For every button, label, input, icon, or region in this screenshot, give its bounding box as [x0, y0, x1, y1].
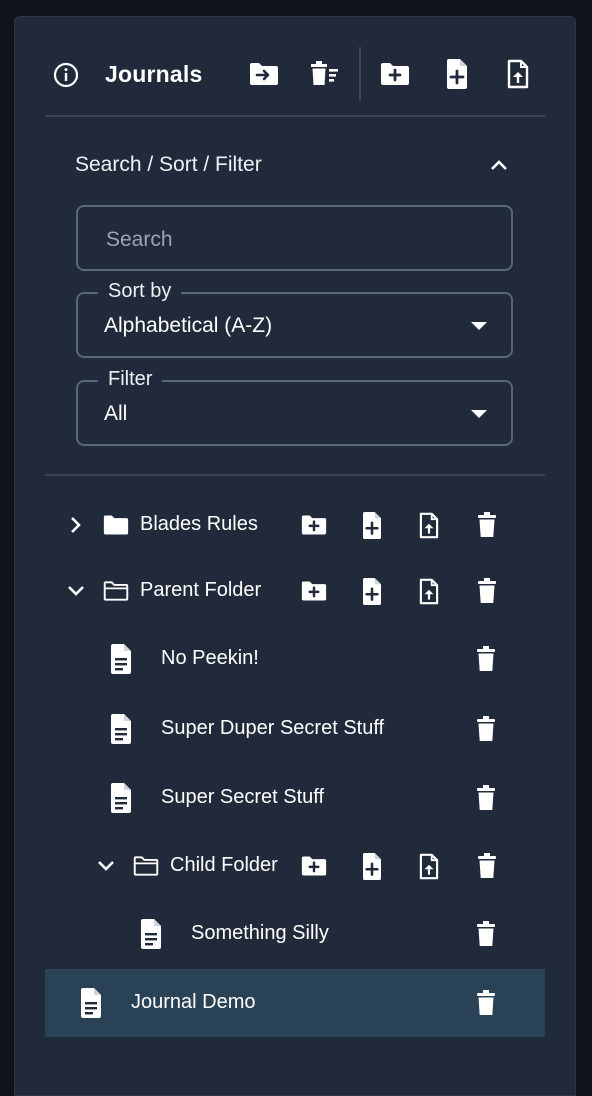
- trash-icon[interactable]: [473, 921, 499, 947]
- sort-value: Alphabetical (A-Z): [104, 314, 273, 337]
- tree-item-label: Parent Folder: [140, 579, 262, 601]
- tree-file-row[interactable]: No Peekin!: [45, 625, 545, 693]
- folder-open-icon: [133, 853, 159, 879]
- sort-select[interactable]: Sort by Alphabetical (A-Z): [76, 278, 513, 358]
- search-field: [76, 205, 513, 271]
- tree-folder-row[interactable]: Blades Rules: [45, 491, 545, 559]
- tree-file-row[interactable]: Journal Demo: [45, 969, 545, 1037]
- upload-file-icon[interactable]: [416, 853, 442, 879]
- add-file-icon[interactable]: [359, 577, 385, 605]
- trash-icon[interactable]: [473, 716, 499, 742]
- add-folder-icon[interactable]: [301, 853, 327, 879]
- tree-item-label: Super Duper Secret Stuff: [161, 717, 385, 739]
- panel-header: Journals: [15, 17, 575, 117]
- filter-value: All: [104, 402, 128, 425]
- tree-item-label: No Peekin!: [161, 647, 259, 669]
- add-folder-button[interactable]: [380, 61, 410, 91]
- tree-item-label: Journal Demo: [131, 991, 256, 1013]
- add-file-button[interactable]: [442, 58, 472, 94]
- add-file-icon[interactable]: [359, 511, 385, 539]
- folder-move-icon: [249, 62, 279, 91]
- tree-item-label: Something Silly: [191, 922, 329, 944]
- dropdown-arrow-icon: [471, 410, 487, 418]
- chevron-right-icon[interactable]: [63, 512, 89, 538]
- add-file-icon[interactable]: [359, 852, 385, 880]
- folder-icon: [103, 512, 129, 538]
- info-icon[interactable]: [53, 62, 79, 88]
- upload-file-button[interactable]: [503, 59, 533, 94]
- chevron-down-icon[interactable]: [93, 853, 119, 879]
- delete-sort-button[interactable]: [309, 60, 339, 92]
- tree-item-label: Blades Rules: [140, 513, 258, 535]
- trash-icon[interactable]: [474, 512, 500, 538]
- dropdown-arrow-icon: [471, 322, 487, 330]
- folder-open-icon: [103, 578, 129, 604]
- trash-icon[interactable]: [473, 646, 499, 672]
- trash-icon[interactable]: [474, 578, 500, 604]
- delete-sort-icon: [309, 60, 339, 92]
- collapse-button[interactable]: [485, 153, 513, 181]
- search-input[interactable]: [104, 225, 488, 255]
- tree-file-row[interactable]: Something Silly: [45, 900, 545, 968]
- sort-label: Sort by: [98, 278, 182, 304]
- trash-icon[interactable]: [473, 785, 499, 811]
- tree-folder-row[interactable]: Child Folder: [45, 832, 545, 900]
- add-file-icon: [445, 58, 469, 94]
- trash-icon[interactable]: [474, 853, 500, 879]
- upload-file-icon[interactable]: [416, 512, 442, 538]
- tree-file-row[interactable]: Super Secret Stuff: [45, 764, 545, 832]
- add-folder-icon: [380, 62, 410, 91]
- tree-folder-row[interactable]: Parent Folder: [45, 557, 545, 625]
- file-icon: [108, 644, 134, 674]
- trash-icon[interactable]: [473, 990, 499, 1016]
- tree-item-label: Child Folder: [170, 854, 278, 876]
- filter-select[interactable]: Filter All: [76, 366, 513, 446]
- tree-item-label: Super Secret Stuff: [161, 786, 325, 808]
- chevron-up-icon: [490, 158, 508, 176]
- filter-separator: [45, 474, 545, 476]
- file-icon: [108, 714, 134, 744]
- chevron-down-icon[interactable]: [63, 578, 89, 604]
- tree-file-row[interactable]: Super Duper Secret Stuff: [45, 695, 545, 763]
- folder-move-button[interactable]: [249, 61, 279, 91]
- upload-file-icon: [506, 59, 530, 94]
- filter-label: Filter: [98, 366, 163, 392]
- header-separator: [45, 115, 545, 117]
- file-icon: [78, 988, 104, 1018]
- panel-title: Journals: [105, 61, 203, 87]
- file-icon: [108, 783, 134, 813]
- upload-file-icon[interactable]: [416, 578, 442, 604]
- search-sort-filter-title: Search / Sort / Filter: [75, 153, 262, 176]
- add-folder-icon[interactable]: [301, 578, 327, 604]
- header-divider: [359, 47, 361, 101]
- journals-panel: Journals Search / Sort / Filter Search S…: [14, 16, 576, 1096]
- file-icon: [138, 919, 164, 949]
- add-folder-icon[interactable]: [301, 512, 327, 538]
